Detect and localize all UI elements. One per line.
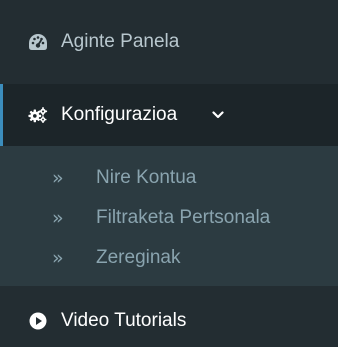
sidebar-item-label: Video Tutorials <box>61 309 187 331</box>
sidebar-menu: Aginte Panela Konfigurazioa » Nire Kontu… <box>0 0 338 347</box>
sidebar-item-configuration[interactable]: Konfigurazioa <box>0 84 338 146</box>
chevron-down-icon[interactable] <box>211 108 225 122</box>
submenu-item-label: Filtraketa Pertsonala <box>96 207 271 228</box>
double-angle-right-icon: » <box>52 247 64 269</box>
submenu-item-zereginak[interactable]: » Zereginak <box>0 238 338 278</box>
submenu-item-label: Zereginak <box>96 247 181 268</box>
double-angle-right-icon: » <box>52 207 64 229</box>
sidebar-item-label: Aginte Panela <box>61 31 180 52</box>
dashboard-gauge-icon <box>28 32 48 52</box>
double-angle-right-icon: » <box>52 167 64 189</box>
play-circle-icon <box>28 311 48 331</box>
cogs-icon <box>28 105 48 125</box>
submenu-item-label: Nire Kontua <box>96 167 197 188</box>
submenu-item-nire-kontua[interactable]: » Nire Kontua <box>0 158 338 198</box>
sidebar-item-video-tutorials[interactable]: Video Tutorials <box>0 294 338 347</box>
submenu-item-filtraketa-pertsonala[interactable]: » Filtraketa Pertsonala <box>0 198 338 238</box>
configuration-submenu: » Nire Kontua » Filtraketa Pertsonala » … <box>0 146 338 286</box>
sidebar-item-dashboard[interactable]: Aginte Panela <box>0 17 338 67</box>
sidebar-item-label: Konfigurazioa <box>61 104 178 125</box>
